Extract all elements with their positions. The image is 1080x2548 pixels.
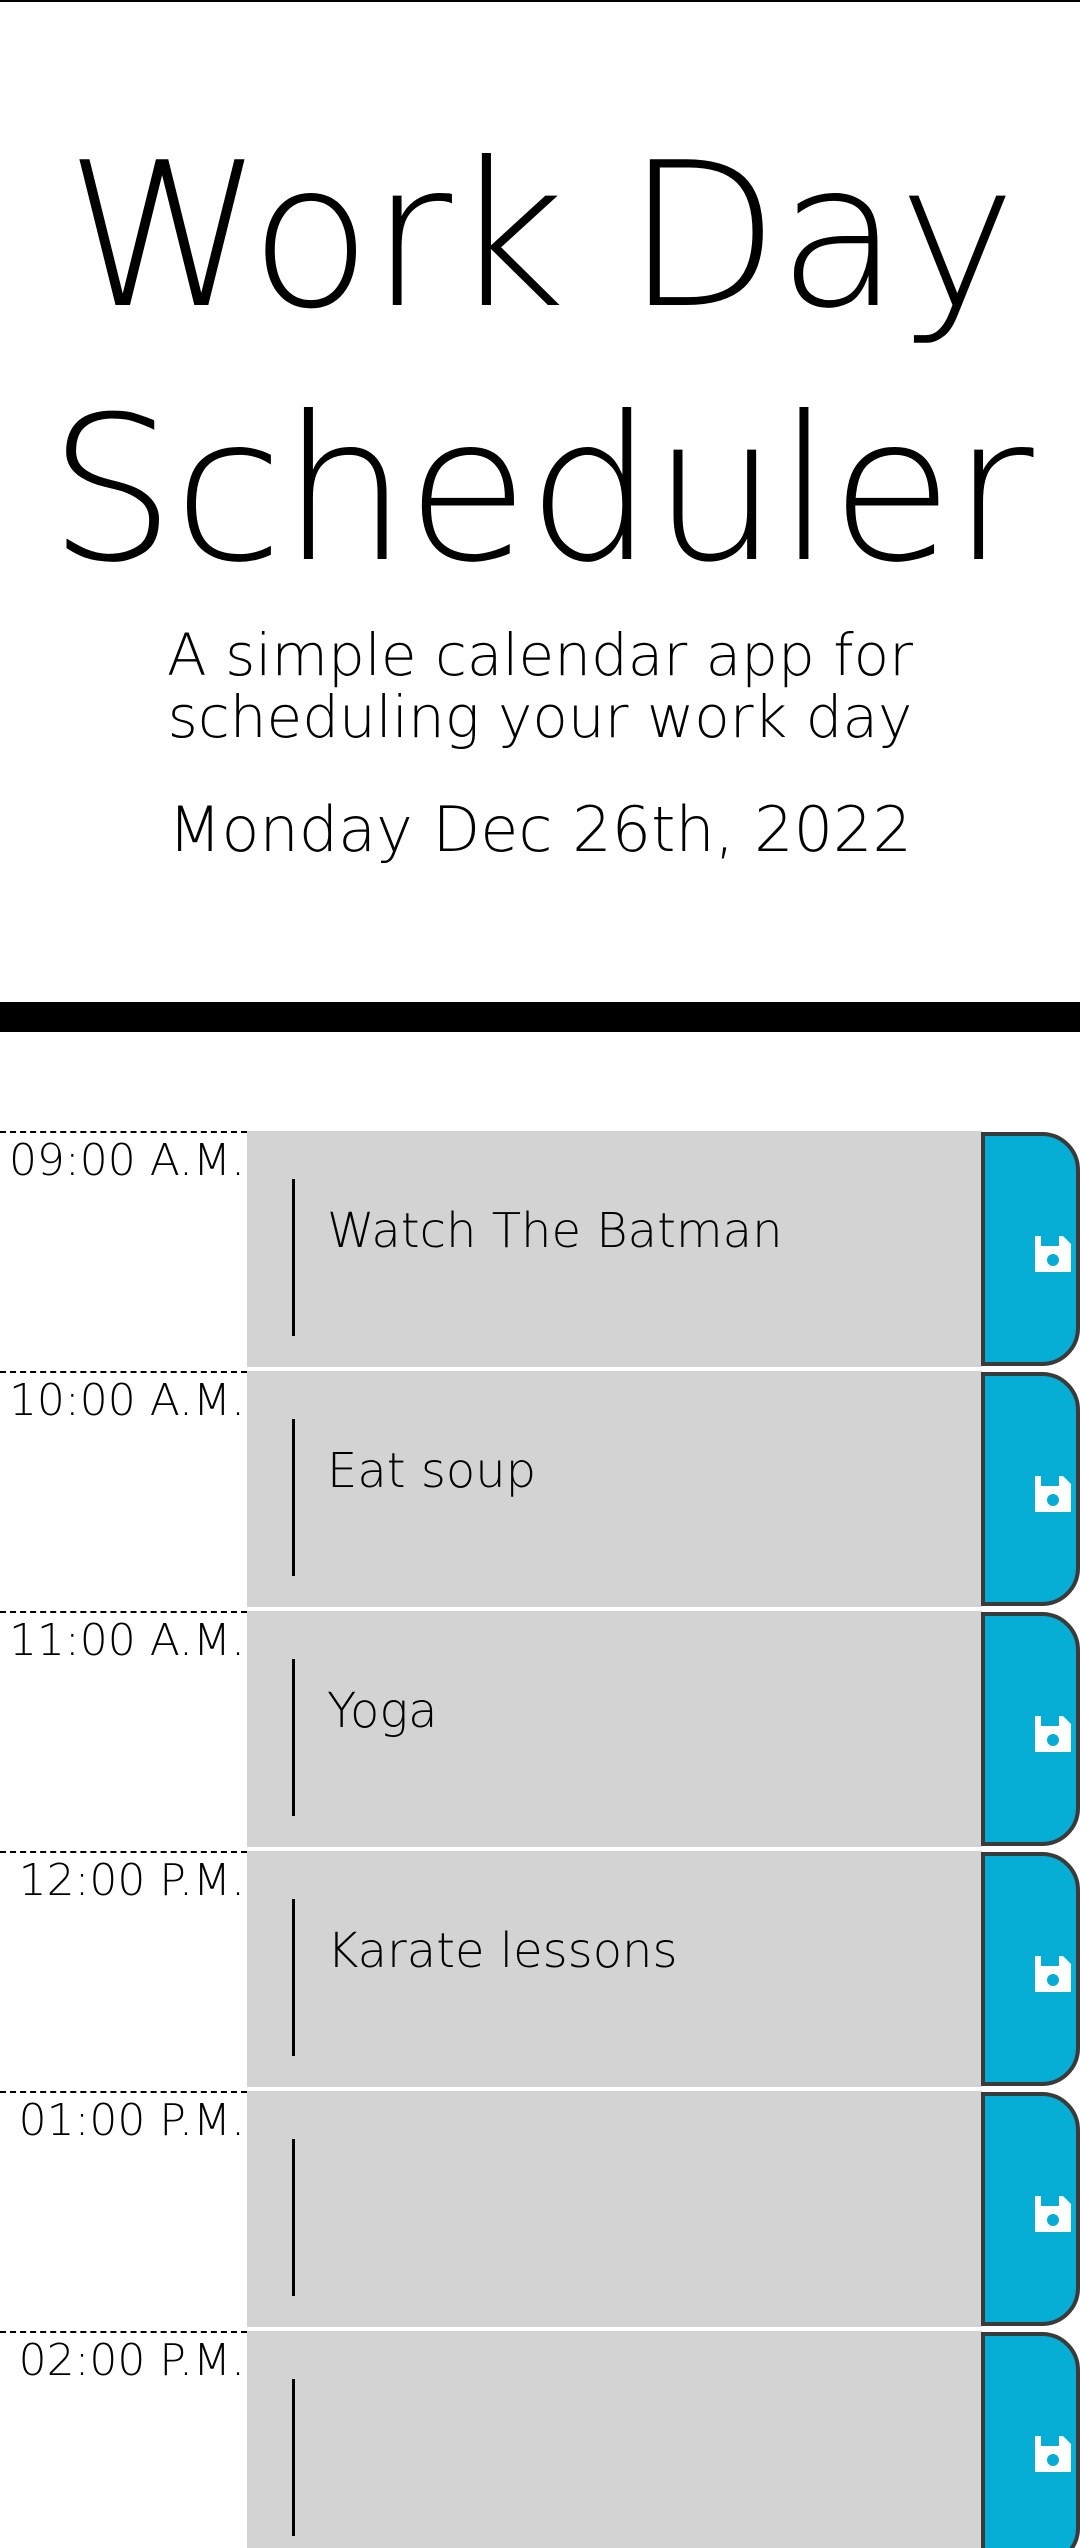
save-button[interactable] [981,2092,1080,2326]
save-button[interactable] [981,2332,1080,2548]
floppy-disk-icon [1035,1716,1071,1752]
event-text: Watch The Batman [327,1203,783,1259]
save-button[interactable] [981,1132,1080,1366]
event-description-input[interactable]: Watch The Batman [247,1131,982,1369]
time-block-list: 09:00 A.M. Watch The Batman 10:00 A.M. E… [0,1131,1080,2548]
save-button[interactable] [981,1852,1080,2086]
floppy-disk-icon [1035,1956,1071,1992]
text-cursor [292,1659,295,1816]
time-block: 11:00 A.M. Yoga [0,1611,1080,1851]
time-block: 10:00 A.M. Eat soup [0,1371,1080,1611]
page: Work Day Scheduler A simple calendar app… [0,0,1080,2548]
event-text: Yoga [327,1683,438,1739]
floppy-disk-icon [1035,1476,1071,1512]
hour-label: 10:00 A.M. [0,1371,247,1611]
hour-label: 01:00 P.M. [0,2091,247,2331]
event-text: Karate lessons [327,1923,678,1979]
hour-label: 12:00 P.M. [0,1851,247,2091]
page-title: Work Day Scheduler [48,120,1033,607]
event-description-input[interactable]: Yoga [247,1611,982,1849]
subtitle-line-2: scheduling your work day [167,683,913,751]
header-divider [0,1002,1080,1032]
time-block: 12:00 P.M. Karate lessons [0,1851,1080,2091]
event-description-input[interactable]: Eat soup [247,1371,982,1609]
save-button[interactable] [981,1612,1080,1846]
save-button[interactable] [981,1372,1080,1606]
hour-label: 11:00 A.M. [0,1611,247,1851]
event-description-input[interactable] [247,2091,982,2329]
event-description-input[interactable] [247,2331,982,2548]
text-cursor [292,2379,295,2536]
event-text: Eat soup [327,1443,537,1499]
time-block: 09:00 A.M. Watch The Batman [0,1131,1080,1371]
text-cursor [292,1419,295,1576]
time-block: 02:00 P.M. [0,2331,1080,2548]
floppy-disk-icon [1035,2436,1071,2472]
text-cursor [292,2139,295,2296]
hour-label: 09:00 A.M. [0,1131,247,1371]
page-subtitle: A simple calendar app for scheduling you… [0,624,1080,748]
time-block: 01:00 P.M. [0,2091,1080,2331]
floppy-disk-icon [1035,1236,1071,1272]
header: Work Day Scheduler A simple calendar app… [0,0,1080,1010]
event-description-input[interactable]: Karate lessons [247,1851,982,2089]
subtitle-line-1: A simple calendar app for [167,621,913,689]
current-date: Monday Dec 26th, 2022 [168,793,912,866]
text-cursor [292,1179,295,1336]
text-cursor [292,1899,295,2056]
floppy-disk-icon [1035,2196,1071,2232]
hour-label: 02:00 P.M. [0,2331,247,2548]
